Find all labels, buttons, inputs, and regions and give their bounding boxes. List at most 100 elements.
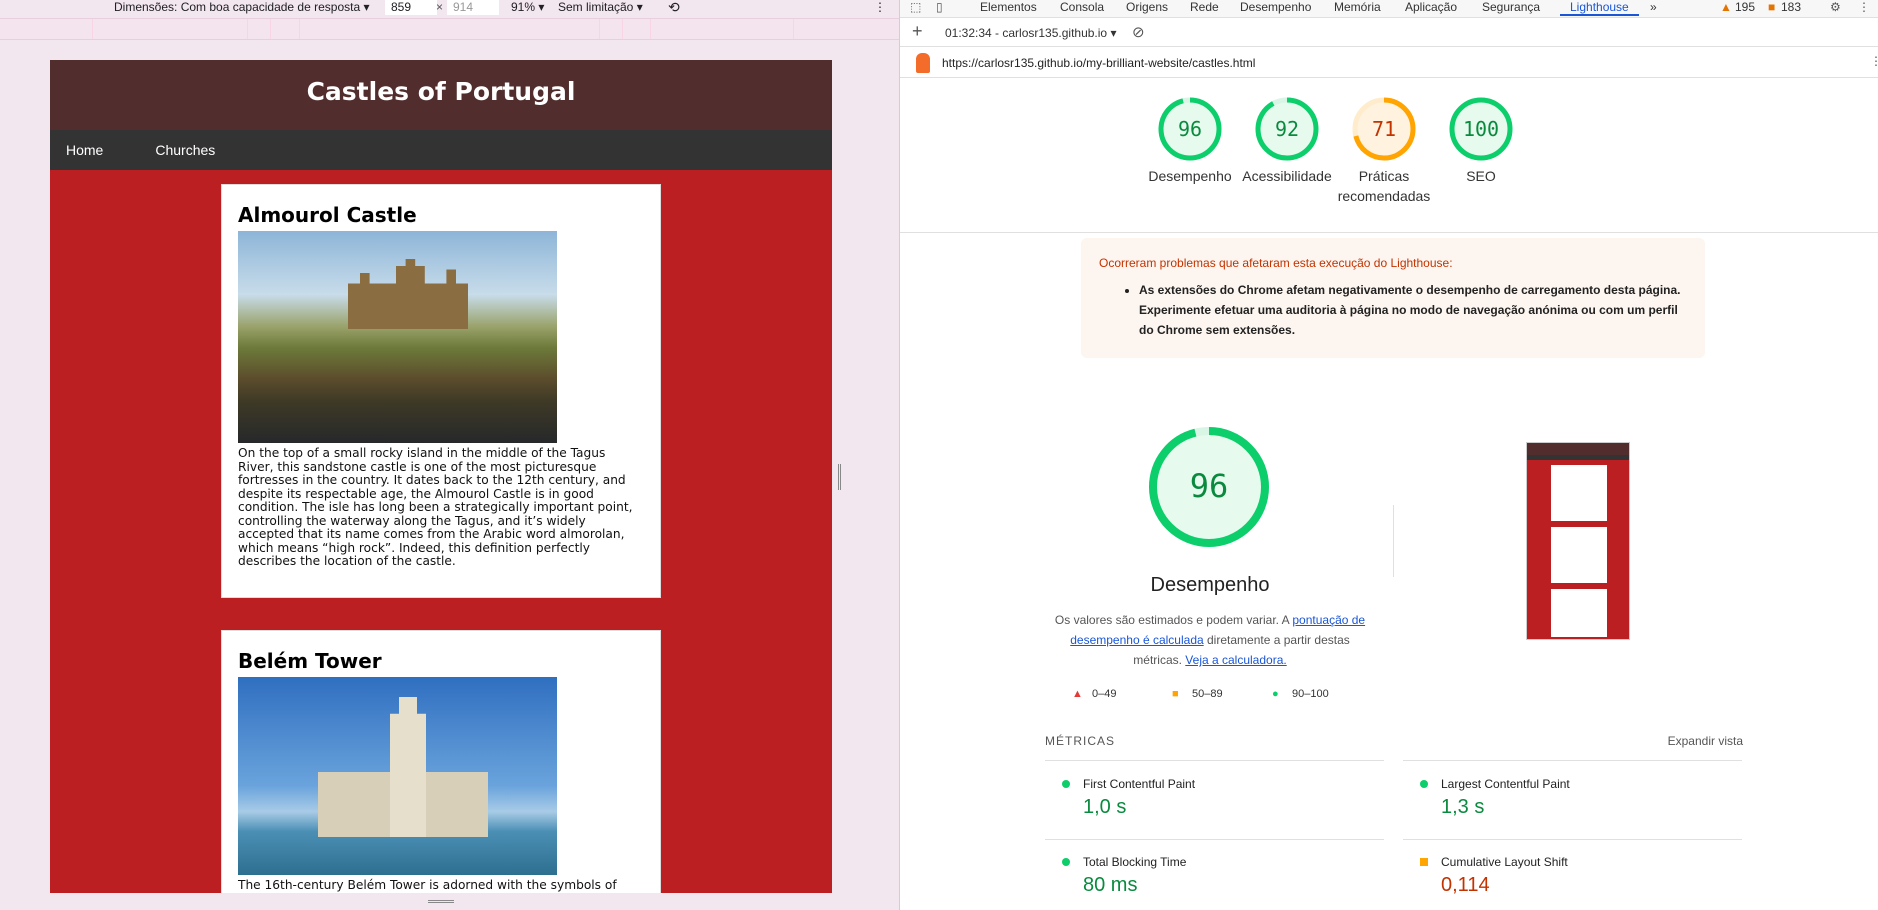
performance-description: Os valores são estimados e podem variar.…: [1050, 610, 1370, 670]
metric-divider: [1045, 839, 1384, 840]
average-square-icon: ■: [1172, 688, 1179, 700]
url-menu-icon[interactable]: ⋮: [1870, 54, 1878, 68]
dimensions-dropdown[interactable]: Dimensões: Com boa capacidade de respost…: [114, 0, 370, 14]
resize-handle-right[interactable]: [838, 464, 841, 490]
thumb-card: [1551, 527, 1607, 583]
metric-label: Total Blocking Time: [1083, 855, 1187, 869]
calculator-link[interactable]: Veja a calculadora.: [1185, 653, 1286, 667]
width-input[interactable]: 859: [385, 0, 437, 15]
pass-circle-icon: [1062, 780, 1070, 788]
metric-tbt: Total Blocking Time 80 ms: [1045, 852, 1385, 898]
expand-view-button[interactable]: Expandir vista: [1668, 734, 1743, 748]
pass-circle-icon: [1420, 780, 1428, 788]
times-icon: ×: [436, 0, 444, 14]
metric-divider: [1045, 760, 1384, 761]
report-selector[interactable]: 01:32:34 - carlosr135.github.io ▾: [945, 26, 1116, 40]
ruler-tick: [622, 19, 623, 39]
ruler-tick: [92, 19, 93, 39]
castle-photo: [238, 231, 557, 443]
score-label: SEO: [1466, 168, 1496, 184]
score-gauge-best-practices[interactable]: 71 Práticas recomendadas: [1329, 96, 1439, 206]
new-report-icon[interactable]: +: [912, 21, 923, 42]
nav-home-link[interactable]: Home: [50, 130, 119, 170]
issues-icon[interactable]: ■: [1768, 0, 1775, 14]
clear-reports-icon[interactable]: ⊘: [1132, 23, 1145, 41]
zoom-label: 91%: [511, 0, 536, 14]
devtools-panel: ⬚ ▯ Elementos Consola Origens Rede Desem…: [899, 0, 1878, 910]
ruler-tick: [650, 19, 651, 39]
warning-title: Ocorreram problemas que afetaram esta ex…: [1099, 256, 1453, 270]
score-ring: 71: [1352, 97, 1416, 161]
vertical-separator: [1393, 505, 1394, 577]
metric-cls: Cumulative Layout Shift 0,114: [1403, 852, 1743, 898]
metric-value: 80 ms: [1083, 874, 1138, 896]
tab-aplicacao[interactable]: Aplicação: [1405, 0, 1457, 14]
warning-item: As extensões do Chrome afetam negativame…: [1139, 280, 1687, 340]
more-options-icon[interactable]: ⋮: [874, 0, 886, 14]
metric-divider: [1403, 760, 1742, 761]
site-header: Castles of Portugal: [50, 60, 832, 130]
section-divider: [900, 232, 1878, 233]
tab-elementos[interactable]: Elementos: [980, 0, 1037, 14]
zoom-dropdown[interactable]: 91% ▾: [511, 0, 544, 14]
metric-label: First Contentful Paint: [1083, 777, 1196, 791]
score-value: 100: [1463, 117, 1499, 141]
devtools-tabs: ⬚ ▯ Elementos Consola Origens Rede Desem…: [900, 0, 1878, 18]
resize-handle-bottom[interactable]: [428, 900, 454, 903]
rotate-icon[interactable]: ⟲: [668, 0, 680, 14]
media-query-bar[interactable]: [0, 18, 899, 40]
pass-circle-icon: [1062, 858, 1070, 866]
devtools-menu-icon[interactable]: ⋮: [1858, 0, 1870, 14]
device-toggle-icon[interactable]: ▯: [936, 0, 943, 14]
score-value: 96: [1178, 117, 1202, 141]
card-title: Almourol Castle: [238, 203, 417, 227]
warnings-count: 195: [1735, 0, 1756, 14]
tab-rede[interactable]: Rede: [1190, 0, 1219, 14]
score-gauge-performance[interactable]: 96 Desempenho: [1135, 96, 1245, 186]
score-gauge-accessibility[interactable]: 92 Acessibilidade: [1232, 96, 1342, 186]
lighthouse-logo-icon: [916, 53, 930, 73]
score-label: Desempenho: [1148, 168, 1232, 184]
settings-gear-icon[interactable]: ⚙: [1830, 0, 1841, 14]
lighthouse-toolbar: + 01:32:34 - carlosr135.github.io ▾ ⊘: [900, 19, 1878, 47]
nav-churches-link[interactable]: Churches: [139, 130, 231, 170]
thumb-card: [1551, 465, 1607, 521]
inspect-icon[interactable]: ⬚: [910, 0, 921, 14]
tab-memoria[interactable]: Memória: [1334, 0, 1381, 14]
tab-desempenho[interactable]: Desempenho: [1240, 0, 1311, 14]
performance-gauge: 96: [1149, 427, 1269, 547]
tab-origens[interactable]: Origens: [1126, 0, 1168, 14]
metrics-title: MÉTRICAS: [1045, 734, 1116, 748]
warning-box: Ocorreram problemas que afetaram esta ex…: [1081, 238, 1705, 358]
dimensions-label: Dimensões: Com boa capacidade de respost…: [114, 0, 361, 14]
site-nav: Home Churches: [50, 130, 832, 170]
metric-value: 0,114: [1441, 874, 1490, 896]
tab-seguranca[interactable]: Segurança: [1482, 0, 1540, 14]
thumb-card: [1551, 589, 1607, 637]
device-toolbar: Dimensões: Com boa capacidade de respost…: [0, 0, 899, 18]
page-screenshot-thumbnail[interactable]: [1526, 442, 1630, 640]
report-url[interactable]: https://carlosr135.github.io/my-brillian…: [942, 56, 1255, 70]
metric-fcp: First Contentful Paint 1,0 s: [1045, 774, 1385, 820]
report-time: 01:32:34 - carlosr135.github.io: [945, 26, 1108, 40]
performance-title: Desempenho: [1150, 574, 1270, 596]
metric-label: Cumulative Layout Shift: [1441, 855, 1568, 869]
metric-lcp: Largest Contentful Paint 1,3 s: [1403, 774, 1743, 820]
score-gauge-seo[interactable]: 100 SEO: [1426, 96, 1536, 186]
height-input[interactable]: 914: [447, 0, 499, 15]
score-ring: 100: [1449, 97, 1513, 161]
tab-lighthouse[interactable]: Lighthouse: [1560, 0, 1639, 16]
score-ring: 92: [1255, 97, 1319, 161]
legend-fail: 0–49: [1092, 688, 1117, 700]
tower-photo: [238, 677, 557, 875]
tab-consola[interactable]: Consola: [1060, 0, 1104, 14]
castle-card: Almourol Castle On the top of a small ro…: [221, 184, 661, 598]
fail-triangle-icon: ▲: [1072, 688, 1083, 700]
score-label: Acessibilidade: [1242, 168, 1332, 184]
throttle-dropdown[interactable]: Sem limitação ▾: [558, 0, 643, 14]
performance-score: 96: [1190, 467, 1229, 505]
card-text: On the top of a small rocky island in th…: [238, 446, 633, 568]
legend-average: 50–89: [1192, 688, 1223, 700]
warning-icon[interactable]: ▲: [1720, 0, 1732, 14]
more-tabs-icon[interactable]: »: [1650, 0, 1657, 14]
